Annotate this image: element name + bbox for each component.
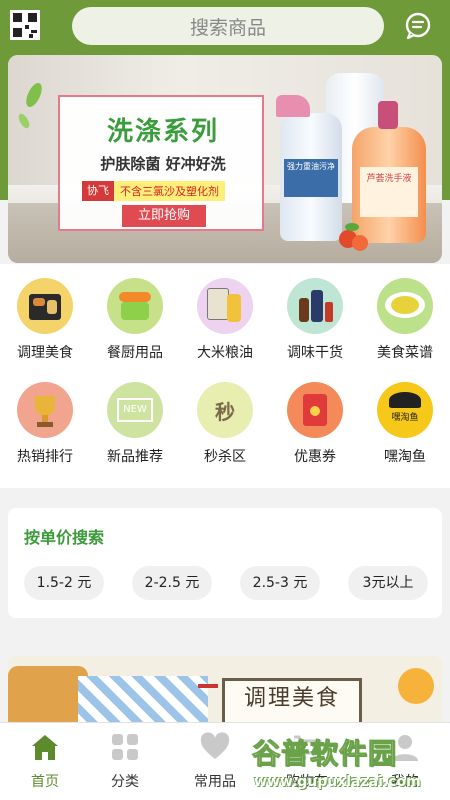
promo-title: 洗涤系列 [106, 117, 219, 147]
price-chip-2[interactable]: 2-2.5 元 [132, 566, 212, 600]
prepared-food-icon [17, 278, 73, 334]
qrcode-icon[interactable] [10, 10, 40, 40]
watermark: 谷普软件园 www.gupuxlazai.com [248, 728, 448, 798]
trophy-icon [17, 382, 73, 438]
price-chip-4[interactable]: 3元以上 [348, 566, 428, 600]
price-search-title: 按单价搜索 [24, 528, 105, 547]
hand-wash-label: 芦荟洗手液 [360, 167, 418, 217]
claim-label: 不含三氯沙及塑化剂 [120, 185, 219, 198]
tab-categories[interactable]: 分类 [80, 723, 170, 800]
tab-home[interactable]: 首页 [0, 723, 90, 800]
category-coupons[interactable]: 优惠券 [270, 368, 360, 468]
watermark-text: 谷普软件园 [251, 737, 398, 771]
promo-card: 洗涤系列 护肤除菌 好冲好洗 协飞 不含三氯沙及塑化剂 立即抢购 [58, 95, 264, 231]
price-search-panel: 按单价搜索 1.5-2 元 2-2.5 元 2.5-3 元 3元以上 [8, 508, 442, 618]
search-input[interactable]: 搜索商品 [72, 7, 384, 45]
price-chip-1[interactable]: 1.5-2 元 [24, 566, 104, 600]
grid-icon [112, 734, 138, 760]
tab-favorites[interactable]: 常用品 [170, 723, 260, 800]
category-flash-sale[interactable]: 秒 秒杀区 [180, 368, 270, 468]
category-label: 大米粮油 [197, 345, 253, 361]
spray-bottle-label: 强力重油污净 [284, 159, 338, 197]
promo-claim-tag: 协飞 不含三氯沙及塑化剂 [82, 181, 225, 201]
seasoning-icon [287, 278, 343, 334]
brand-label: 协飞 [82, 181, 114, 201]
promo-subtitle: 护肤除菌 好冲好洗 [100, 155, 226, 173]
category-recipes[interactable]: 美食菜谱 [360, 264, 450, 364]
category-label: 热销排行 [17, 449, 73, 465]
orange-image [398, 668, 434, 704]
rice-oil-icon [197, 278, 253, 334]
category-heitaoyu[interactable]: 嘿淘鱼 嘿淘鱼 [360, 368, 450, 468]
category-label: 优惠券 [294, 449, 336, 465]
buy-now-button[interactable]: 立即抢购 [122, 205, 206, 227]
category-label: 嘿淘鱼 [384, 449, 426, 465]
red-envelope-icon [287, 382, 343, 438]
decoration [198, 684, 218, 688]
tab-label: 常用品 [194, 774, 236, 790]
category-new-products[interactable]: NEW 新品推荐 [90, 368, 180, 468]
tab-label: 首页 [31, 774, 59, 790]
chat-bubble-icon[interactable] [403, 11, 433, 41]
category-label: 秒杀区 [204, 449, 246, 465]
category-grid: 调理美食 餐厨用品 大米粮油 调味干货 美食菜谱 热销排行 NEW 新品推荐 秒… [0, 264, 450, 488]
flash-sale-icon: 秒 [197, 382, 253, 438]
category-label: 餐厨用品 [107, 345, 163, 361]
leaf-decoration-icon [18, 82, 42, 129]
new-sign-icon: NEW [107, 382, 163, 438]
category-rice-oil[interactable]: 大米粮油 [180, 264, 270, 364]
category-label: 调味干货 [287, 345, 343, 361]
promo-banner[interactable]: 洗涤系列 护肤除菌 好冲好洗 协飞 不含三氯沙及塑化剂 立即抢购 强力重油污净 … [8, 55, 442, 263]
fruit-decoration-icon [339, 223, 368, 251]
category-label: 新品推荐 [107, 449, 163, 465]
search-placeholder: 搜索商品 [189, 16, 266, 39]
category-label: 调理美食 [17, 345, 73, 361]
category-seasoning[interactable]: 调味干货 [270, 264, 360, 364]
category-label: 美食菜谱 [377, 345, 433, 361]
heart-icon [200, 732, 230, 759]
category-hot-ranking[interactable]: 热销排行 [0, 368, 90, 468]
tab-label: 分类 [111, 774, 139, 790]
food-container-icon [107, 278, 163, 334]
spray-bottle-image: 强力重油污净 [276, 95, 342, 241]
category-prepared-food[interactable]: 调理美食 [0, 264, 90, 364]
recipe-dish-icon [377, 278, 433, 334]
heitaoyu-logo-icon: 嘿淘鱼 [377, 382, 433, 438]
price-chip-3[interactable]: 2.5-3 元 [240, 566, 320, 600]
category-kitchenware[interactable]: 餐厨用品 [90, 264, 180, 364]
watermark-url: www.gupuxlazai.com [254, 774, 421, 790]
home-icon [32, 735, 58, 760]
